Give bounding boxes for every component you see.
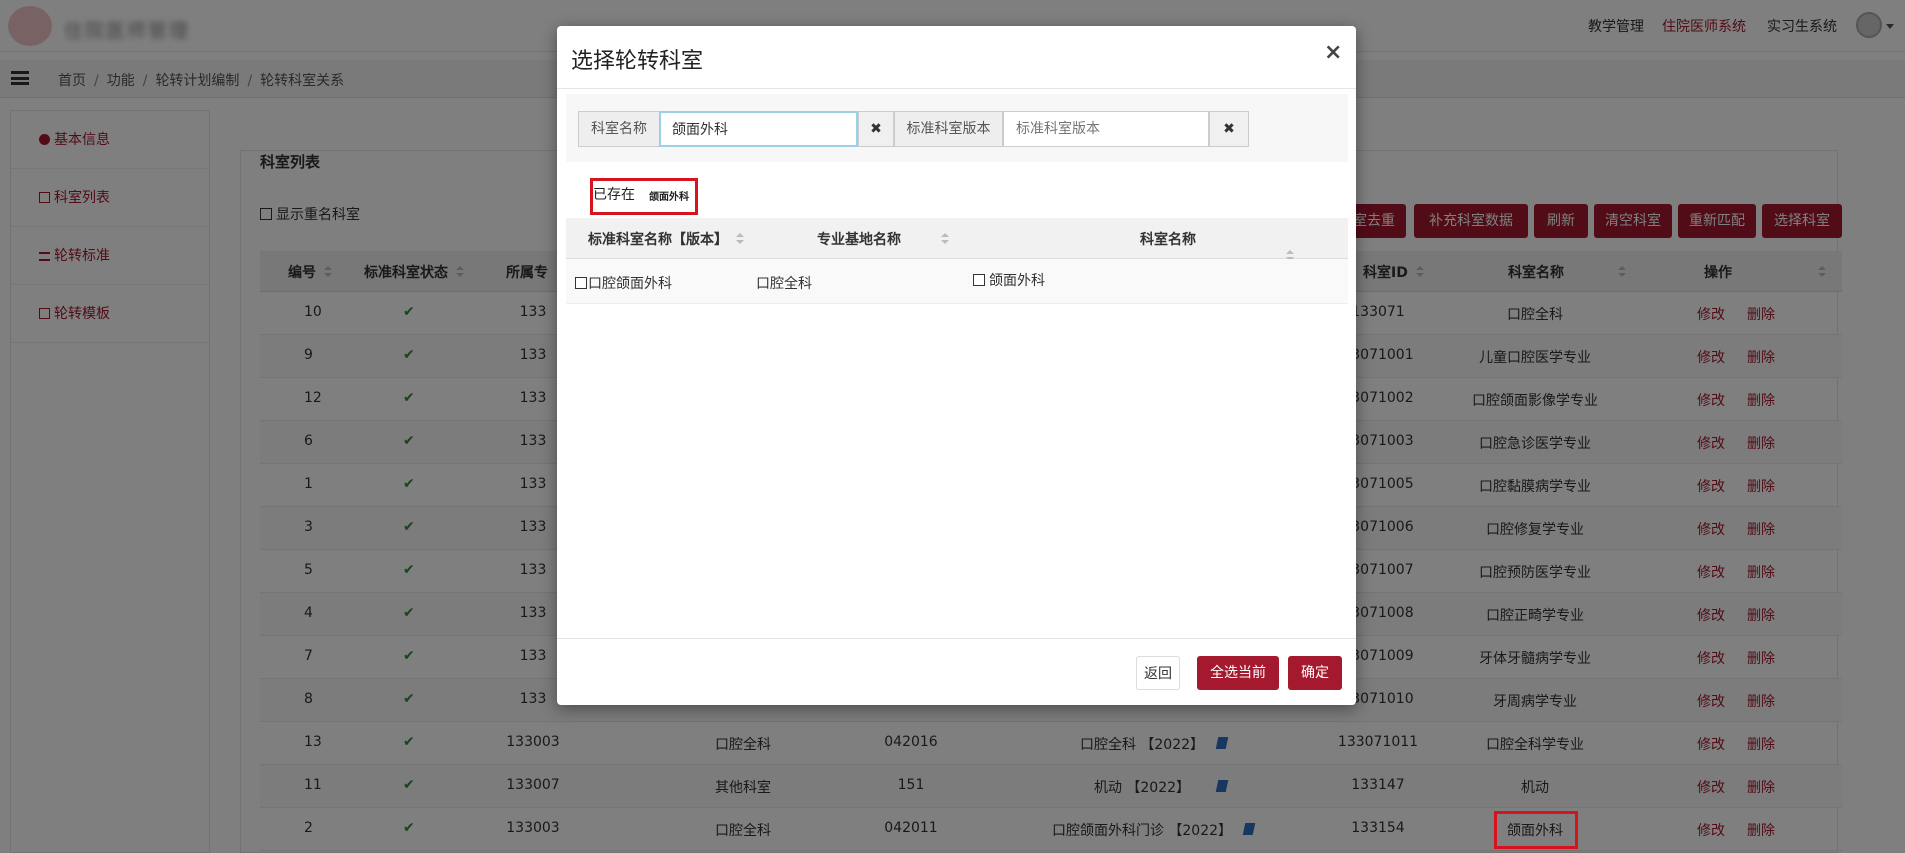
dept-name-label: 科室名称 xyxy=(578,111,660,147)
clear-std-version-button[interactable]: ✖ xyxy=(1209,111,1249,147)
sort-icon[interactable] xyxy=(736,233,744,245)
col-header-standard[interactable]: 标准科室名称【版本】 xyxy=(588,229,744,249)
exists-dept-name: 颌面外科 xyxy=(649,192,689,203)
sort-icon[interactable] xyxy=(941,233,949,245)
modal-title: 选择轮转科室 xyxy=(571,49,704,74)
close-icon[interactable]: × xyxy=(1324,40,1342,65)
std-version-label: 标准科室版本 xyxy=(894,111,1003,147)
checkbox[interactable] xyxy=(973,274,985,286)
dept-cell: 颌面外科 xyxy=(973,270,1045,290)
standard-dept-cell: 口腔颌面外科 xyxy=(575,273,672,293)
dept-name-input[interactable] xyxy=(659,111,858,147)
clear-dept-name-button[interactable]: ✖ xyxy=(858,111,894,147)
select-department-modal: 选择轮转科室 × 科室名称 ✖ 标准科室版本 ✖ 已存在 颌面外科 标准科室名称… xyxy=(557,26,1356,705)
checkbox[interactable] xyxy=(575,277,587,289)
table-row[interactable]: 口腔颌面外科 口腔全科 颌面外科 xyxy=(566,259,1348,304)
search-panel: 科室名称 ✖ 标准科室版本 ✖ xyxy=(566,94,1348,162)
base-name-cell: 口腔全科 xyxy=(756,276,812,292)
back-button[interactable]: 返回 xyxy=(1136,656,1180,690)
exists-label: 已存在 xyxy=(593,187,635,203)
modal-table-header: 标准科室名称【版本】 专业基地名称 科室名称 xyxy=(566,218,1348,261)
select-all-button[interactable]: 全选当前 xyxy=(1197,656,1279,690)
divider xyxy=(557,88,1356,89)
confirm-button[interactable]: 确定 xyxy=(1288,656,1342,690)
std-version-input[interactable] xyxy=(1003,111,1209,147)
col-header-base-name[interactable]: 专业基地名称 xyxy=(817,229,949,249)
highlight-box xyxy=(1494,811,1578,849)
divider xyxy=(557,638,1356,639)
